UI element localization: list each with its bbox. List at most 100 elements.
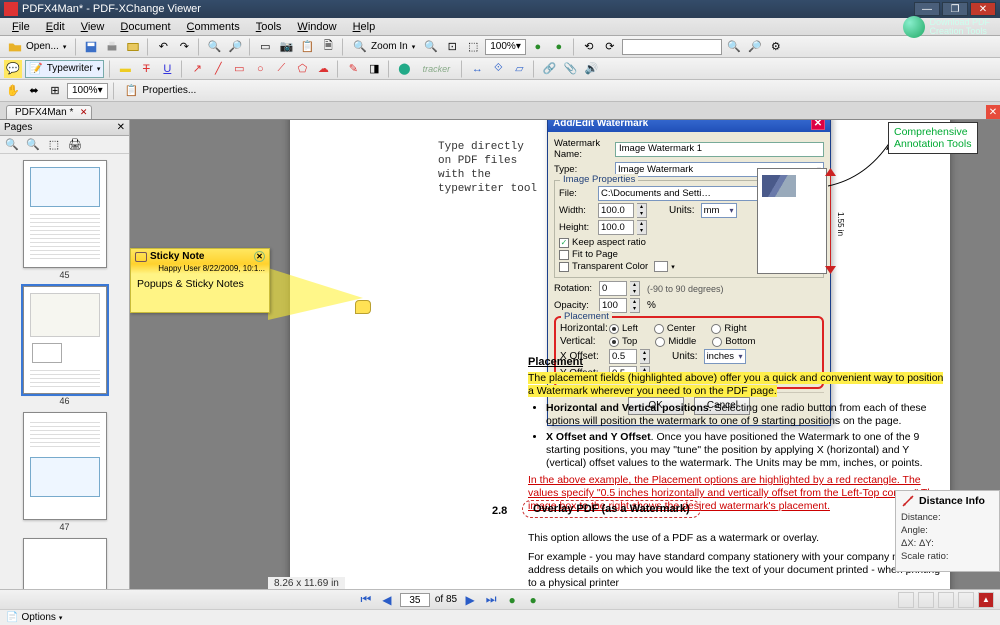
strikeout-tool-icon[interactable]: T (137, 60, 155, 78)
search-icon[interactable]: 🔎 (226, 38, 244, 56)
sticky-header[interactable]: Sticky Note ✕ (131, 249, 269, 264)
fit-width-icon[interactable]: ⬌ (25, 82, 43, 100)
dialog-titlebar[interactable]: Add/Edit Watermark✕ (548, 120, 830, 132)
menu-tools[interactable]: Tools (250, 20, 288, 34)
zoom-out-icon[interactable]: 🔍 (422, 38, 440, 56)
menu-help[interactable]: Help (347, 20, 382, 34)
window-minimize-button[interactable]: — (914, 2, 940, 16)
open-icon[interactable]: Open...▾ (4, 38, 70, 56)
close-pane-icon[interactable]: ✕ (117, 122, 125, 133)
menu-comments[interactable]: Comments (181, 20, 246, 34)
eraser-tool-icon[interactable]: ◨ (365, 60, 383, 78)
page-thumbnail[interactable] (23, 538, 107, 592)
h-left-radio[interactable]: Left (609, 323, 638, 334)
cloud-tool-icon[interactable]: ☁ (314, 60, 332, 78)
rect-tool-icon[interactable]: ▭ (230, 60, 248, 78)
menu-file[interactable]: File (6, 20, 36, 34)
measure-area-icon[interactable]: ▱ (510, 60, 528, 78)
v-top-radio[interactable]: Top (609, 336, 637, 347)
zoom-minus-icon[interactable]: ● (550, 38, 568, 56)
zoom-thumb-in-icon[interactable]: 🔍 (3, 136, 21, 154)
options-button[interactable]: 📄Options ▾ (6, 612, 62, 623)
oval-tool-icon[interactable]: ○ (251, 60, 269, 78)
h-right-radio[interactable]: Right (711, 323, 746, 334)
arrow-tool-icon[interactable]: ↗ (188, 60, 206, 78)
page-thumbnail[interactable] (23, 286, 107, 394)
print-icon[interactable] (103, 38, 121, 56)
thumb-print-icon[interactable]: 🖨 (66, 136, 84, 154)
page-thumbnail[interactable] (23, 412, 107, 520)
page-number-input[interactable]: 35 (400, 593, 430, 607)
menu-document[interactable]: Document (114, 20, 176, 34)
stamp-tool-icon[interactable]: ⬤ (395, 60, 413, 78)
dialog-close-icon[interactable]: ✕ (811, 120, 825, 130)
sticky-body[interactable]: Popups & Sticky Notes (131, 274, 269, 312)
sticky-note-popup[interactable]: Sticky Note ✕ Happy User 8/22/2009, 10:1… (130, 248, 270, 313)
window-close-button[interactable]: ✕ (970, 2, 996, 16)
facing-layout-icon[interactable] (938, 592, 954, 608)
sticky-close-icon[interactable]: ✕ (254, 251, 265, 262)
last-page-button[interactable]: ⏭ (483, 592, 499, 608)
next-page-button[interactable]: ▶ (462, 592, 478, 608)
document-tab[interactable]: PDFX4Man *✕ (6, 105, 92, 119)
close-tab-icon[interactable]: ✕ (80, 107, 88, 118)
zoom-combo-2[interactable]: 100% ▾ (67, 83, 108, 99)
zoom-plus-icon[interactable]: ● (529, 38, 547, 56)
snapshot-icon[interactable]: 📷 (277, 38, 295, 56)
comment-bubble-icon[interactable] (355, 300, 371, 314)
find-options-icon[interactable]: ⚙ (767, 38, 785, 56)
rotation-spinner[interactable]: ▴▾ (630, 281, 640, 296)
next-find-icon[interactable]: 🔍 (725, 38, 743, 56)
h-center-radio[interactable]: Center (654, 323, 696, 334)
attach-tool-icon[interactable]: 📎 (561, 60, 579, 78)
actual-size-icon[interactable]: ⊡ (443, 38, 461, 56)
width-spinner[interactable]: ▴▾ (637, 203, 647, 218)
email-icon[interactable] (124, 38, 142, 56)
menu-edit[interactable]: Edit (40, 20, 71, 34)
zoom-in-icon[interactable]: 🔍Zoom In▾ (349, 38, 419, 56)
ocr-icon[interactable]: 🗎 (319, 38, 337, 56)
pdf-badge-icon[interactable]: ▲ (978, 592, 994, 608)
download-pdf-tools-badge[interactable]: Download PDFCreation Tools (899, 16, 994, 38)
continuous-facing-layout-icon[interactable] (958, 592, 974, 608)
rotate-ccw-icon[interactable]: ⟲ (580, 38, 598, 56)
single-page-layout-icon[interactable] (898, 592, 914, 608)
document-view[interactable]: Type directlyon PDF fileswith thetypewri… (130, 120, 1000, 608)
underline-tool-icon[interactable]: U (158, 60, 176, 78)
highlight-tool-icon[interactable]: ▬ (116, 60, 134, 78)
opacity-spinner[interactable]: ▴▾ (630, 298, 640, 313)
fit-visible-icon[interactable]: ⊞ (46, 82, 64, 100)
zoom-combo[interactable]: 100% ▾ (485, 39, 526, 55)
zoom-thumb-out-icon[interactable]: 🔍 (24, 136, 42, 154)
line-tool-icon[interactable]: ╱ (209, 60, 227, 78)
prev-page-button[interactable]: ◀ (379, 592, 395, 608)
width-input[interactable]: 100.0 (598, 203, 634, 218)
thumbnail-list[interactable]: 45 46 47 48 (0, 154, 129, 592)
v-middle-radio[interactable]: Middle (655, 336, 696, 347)
sound-tool-icon[interactable]: 🔊 (582, 60, 600, 78)
typewriter-tool[interactable]: 📝Typewriter▾ (25, 60, 104, 78)
undo-icon[interactable]: ↶ (154, 38, 172, 56)
selection-icon[interactable]: ▭ (256, 38, 274, 56)
nav-back-button[interactable]: ● (504, 592, 520, 608)
clipboard-icon[interactable]: 📋 (298, 38, 316, 56)
menu-view[interactable]: View (75, 20, 111, 34)
sticky-note-tool-icon[interactable]: 💬 (4, 60, 22, 78)
rotation-input[interactable]: 0 (599, 281, 627, 296)
search-field[interactable] (622, 39, 722, 55)
first-page-button[interactable]: ⏮ (358, 592, 374, 608)
pencil-tool-icon[interactable]: ✎ (344, 60, 362, 78)
continuous-layout-icon[interactable] (918, 592, 934, 608)
v-bottom-radio[interactable]: Bottom (712, 336, 755, 347)
measure-dist-icon[interactable]: ↔ (468, 60, 486, 78)
nav-fwd-button[interactable]: ● (525, 592, 541, 608)
prev-find-icon[interactable]: 🔎 (746, 38, 764, 56)
height-spinner[interactable]: ▴▾ (637, 220, 647, 235)
menu-window[interactable]: Window (291, 20, 342, 34)
link-tool-icon[interactable]: 🔗 (540, 60, 558, 78)
height-input[interactable]: 100.0 (598, 220, 634, 235)
page-thumbnail[interactable] (23, 160, 107, 268)
polyline-tool-icon[interactable]: ⟋ (272, 60, 290, 78)
fit-page-icon[interactable]: ⬚ (464, 38, 482, 56)
rotate-cw-icon[interactable]: ⟳ (601, 38, 619, 56)
